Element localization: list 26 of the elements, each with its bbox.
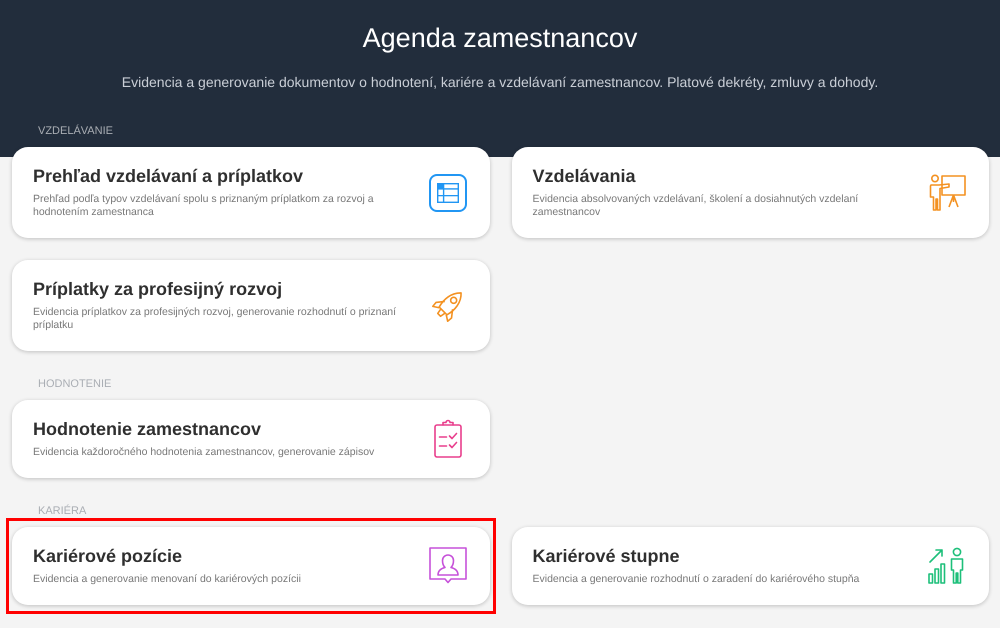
card-title: Príplatky za profesijný rozvoj (33, 279, 284, 300)
table-icon (428, 172, 468, 212)
user-bubble-icon (428, 546, 468, 586)
card-title: Kariérové pozície (33, 546, 184, 567)
card-description: Evidencia každoročného hodnotenia zamestnancov, generovanie zápisov (33, 446, 376, 459)
card-title: Kariérové stupne (532, 546, 681, 567)
page-subtitle: Evidencia a generovanie dokumentov o hodnotení, kariére a vzdelávaní zamestnancov. Platové dekréty, zmluvy a dohody. (120, 73, 880, 91)
card-description: Evidencia a generovanie menovaní do kariérových pozícii (33, 573, 302, 586)
page-title: Agenda zamestnancov (362, 22, 638, 54)
card-description: Evidencia príplatkov za profesijných rozvoj, generovanie rozhodnutí o priznaní príplatku (33, 306, 398, 332)
agenda-card[interactable]: Kariérové stupne Evidencia a generovanie rozhodnutí o zaradení do kariérového stupňa (512, 527, 989, 605)
card-description: Evidencia absolvovaných vzdelávaní, školení a dosiahnutých vzdelaní zamestnancov (532, 193, 860, 219)
agenda-card[interactable]: Kariérové pozície Evidencia a generovanie menovaní do kariérových pozícii (12, 527, 490, 605)
card-title: Prehľad vzdelávaní a príplatkov (33, 166, 304, 187)
section-label: VZDELÁVANIE (37, 125, 114, 138)
card-title: Hodnotenie zamestnancov (33, 419, 262, 440)
section-label: HODNOTENIE (37, 378, 112, 391)
agenda-card[interactable]: Vzdelávania Evidencia absolvovaných vzdelávaní, školení a dosiahnutých vzdelaní zamestnancov (512, 147, 989, 238)
section-label: KARIÉRA (37, 505, 88, 518)
card-description: Prehľad podľa typov vzdelávaní spolu s priznaným príplatkom za rozvoj a hodnotením zamestnanca (33, 193, 375, 219)
card-description: Evidencia a generovanie rozhodnutí o zaradení do kariérového stupňa (532, 573, 860, 586)
agenda-card[interactable]: Príplatky za profesijný rozvoj Evidencia príplatkov za profesijných rozvoj, generovanie rozhodnutí o priznaní príplatku (12, 260, 490, 351)
agenda-card[interactable]: Hodnotenie zamestnancov Evidencia každoročného hodnotenia zamestnancov, generovanie zápisov (12, 400, 490, 478)
agenda-card[interactable]: Prehľad vzdelávaní a príplatkov Prehľad podľa typov vzdelávaní spolu s priznaným príplatkom za rozvoj a hodnotením zamestnanca (12, 147, 490, 238)
card-title: Vzdelávania (532, 166, 637, 187)
presenter-board-icon (927, 172, 967, 212)
